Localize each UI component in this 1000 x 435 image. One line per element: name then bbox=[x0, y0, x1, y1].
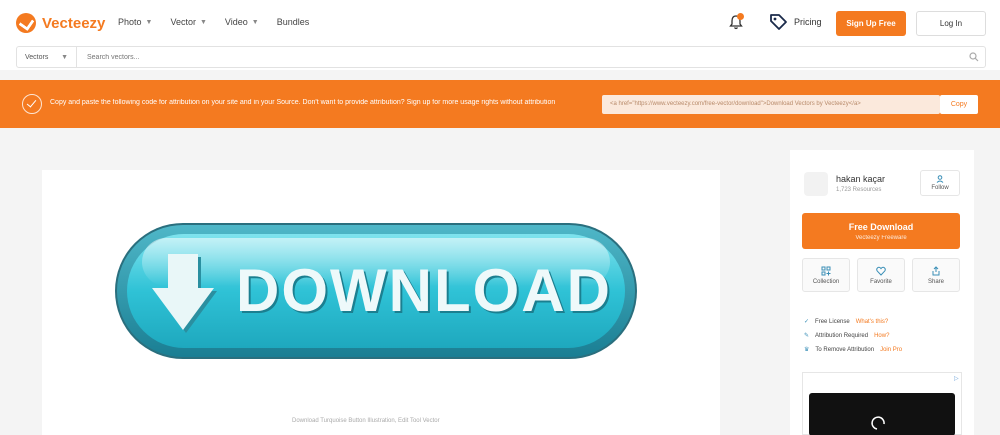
crown-icon: ♛ bbox=[804, 347, 810, 353]
nav-item-label: Video bbox=[224, 17, 248, 27]
preview-caption: Download Turquoise Button Illustration, … bbox=[292, 418, 440, 424]
log-in-button[interactable]: Log In bbox=[916, 11, 986, 36]
heart-icon bbox=[876, 266, 886, 276]
search-category-select[interactable]: Vectors ▼ bbox=[17, 47, 77, 67]
search-input[interactable] bbox=[77, 47, 963, 67]
search-icon[interactable] bbox=[963, 52, 985, 62]
share-button[interactable]: Share bbox=[912, 258, 960, 292]
top-navbar: Vecteezy Photo ▼ Vector ▼ Video ▼ Bundle… bbox=[0, 0, 1000, 46]
search-category-label: Vectors bbox=[25, 53, 49, 61]
pricing-label: Pricing bbox=[794, 17, 822, 27]
author-resource-count: 1,723 Resources bbox=[836, 187, 882, 193]
license-link[interactable]: How? bbox=[874, 333, 889, 339]
license-text: To Remove Attribution bbox=[815, 346, 875, 353]
ad-banner[interactable]: ▷ bbox=[802, 372, 962, 435]
chevron-down-icon: ▼ bbox=[199, 18, 207, 26]
search-container: Vectors ▼ bbox=[16, 46, 986, 68]
tag-icon bbox=[770, 14, 787, 30]
logo-text: Vecteezy bbox=[42, 14, 106, 32]
follow-label: Follow bbox=[931, 185, 949, 191]
check-icon: ✓ bbox=[804, 319, 810, 325]
nav-item-vector[interactable]: Vector ▼ bbox=[170, 17, 206, 27]
collection-label: Collection bbox=[812, 278, 840, 285]
collection-button[interactable]: Collection bbox=[802, 258, 850, 292]
attribution-banner: Copy and paste the following code for at… bbox=[0, 80, 1000, 128]
license-remove-attribution: ♛ To Remove Attribution Join Pro bbox=[804, 346, 902, 354]
share-label: Share bbox=[927, 278, 944, 285]
nav-item-bundles[interactable]: Bundles bbox=[277, 17, 310, 27]
share-icon bbox=[932, 265, 940, 275]
nav-item-photo[interactable]: Photo ▼ bbox=[118, 17, 152, 27]
nav-item-video[interactable]: Video ▼ bbox=[225, 17, 259, 27]
sign-up-button[interactable]: Sign Up Free bbox=[836, 11, 906, 36]
nav-item-label: Photo bbox=[118, 17, 142, 27]
chevron-down-icon: ▼ bbox=[251, 18, 259, 26]
image-preview: DOWNLOAD DOWNLOAD Download Turquoise But… bbox=[42, 170, 720, 435]
check-circle-icon bbox=[22, 94, 42, 114]
ad-choices-icon[interactable]: ▷ bbox=[954, 375, 959, 382]
author-name[interactable]: hakan kaçar bbox=[836, 174, 885, 184]
logo[interactable]: Vecteezy bbox=[16, 13, 105, 33]
favorite-button[interactable]: Favorite bbox=[857, 258, 905, 292]
banner-message: Copy and paste the following code for at… bbox=[50, 99, 556, 106]
license-text: Free License bbox=[815, 318, 850, 325]
main-menu: Photo ▼ Vector ▼ Video ▼ Bundles bbox=[118, 17, 309, 27]
download-sidebar: hakan kaçar 1,723 Resources Follow Free … bbox=[790, 150, 974, 435]
favorite-label: Favorite bbox=[870, 278, 892, 285]
download-label: Free Download bbox=[848, 221, 914, 232]
ad-content[interactable] bbox=[809, 393, 955, 435]
chevron-down-icon: ▼ bbox=[61, 53, 68, 61]
user-plus-icon bbox=[936, 175, 944, 183]
search-bar: Vectors ▼ bbox=[0, 46, 1000, 70]
attribution-code-field[interactable]: <a href="https://www.vecteezy.com/free-v… bbox=[602, 95, 940, 114]
follow-button[interactable]: Follow bbox=[920, 170, 960, 196]
license-link[interactable]: Join Pro bbox=[880, 347, 902, 353]
license-text: Attribution Required bbox=[815, 332, 869, 339]
license-free: ✓ Free License What's this? bbox=[804, 318, 889, 326]
notification-badge bbox=[737, 13, 744, 20]
pencil-icon: ✎ bbox=[804, 333, 810, 339]
pricing-link[interactable]: Pricing bbox=[768, 12, 822, 32]
download-button-illustration: DOWNLOAD DOWNLOAD bbox=[115, 223, 637, 359]
copy-button[interactable]: Copy bbox=[940, 95, 978, 114]
nav-item-label: Bundles bbox=[276, 17, 310, 27]
free-download-button[interactable]: Free Download Vecteezy Freeware bbox=[802, 213, 960, 249]
download-sublabel: Vecteezy Freeware bbox=[855, 234, 907, 241]
license-attribution: ✎ Attribution Required How? bbox=[804, 332, 889, 340]
button-text: DOWNLOAD bbox=[236, 257, 612, 324]
refresh-icon bbox=[871, 416, 885, 430]
chevron-down-icon: ▼ bbox=[145, 18, 153, 26]
vecteezy-logo-icon bbox=[16, 13, 36, 33]
license-link[interactable]: What's this? bbox=[856, 319, 889, 325]
avatar[interactable] bbox=[804, 172, 828, 196]
nav-item-label: Vector bbox=[170, 17, 196, 27]
grid-icon bbox=[821, 266, 831, 275]
